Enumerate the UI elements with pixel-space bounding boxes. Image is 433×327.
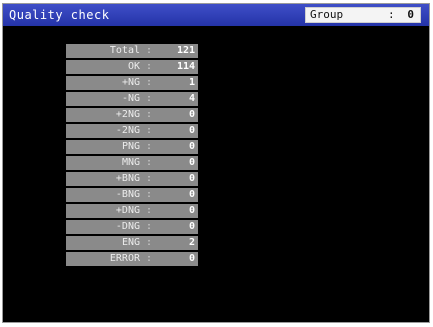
row-separator: : <box>146 221 153 232</box>
quality-check-screen: Quality check Group : 0 Total : 121 OK :… <box>2 3 430 323</box>
row-separator: : <box>146 173 153 184</box>
row-value: 0 <box>188 157 195 168</box>
row-label: PNG <box>121 141 140 152</box>
row-separator: : <box>146 141 153 152</box>
group-field[interactable]: Group : 0 <box>305 7 421 23</box>
row-png: PNG : 0 <box>66 140 198 154</box>
quality-count-table: Total : 121 OK : 114 +NG : 1 -NG : 4 +2N… <box>66 44 198 268</box>
row-plus-ng: +NG : 1 <box>66 76 198 90</box>
row-separator: : <box>146 61 153 72</box>
row-separator: : <box>146 109 153 120</box>
row-separator: : <box>146 253 153 264</box>
row-label: ENG <box>121 237 140 248</box>
row-separator: : <box>146 125 153 136</box>
row-value: 121 <box>176 45 195 56</box>
row-label: +NG <box>121 77 140 88</box>
row-value: 4 <box>188 93 195 104</box>
row-value: 0 <box>188 173 195 184</box>
row-separator: : <box>146 189 153 200</box>
row-eng: ENG : 2 <box>66 236 198 250</box>
row-separator: : <box>146 157 153 168</box>
row-total: Total : 121 <box>66 44 198 58</box>
row-ok: OK : 114 <box>66 60 198 74</box>
row-value: 0 <box>188 109 195 120</box>
group-value: 0 <box>407 8 414 21</box>
row-separator: : <box>146 45 153 56</box>
row-value: 0 <box>188 221 195 232</box>
row-label: -BNG <box>115 189 140 200</box>
row-label: +2NG <box>115 109 140 120</box>
row-label: -NG <box>121 93 140 104</box>
group-separator: : <box>388 8 395 21</box>
row-label: MNG <box>121 157 140 168</box>
row-separator: : <box>146 93 153 104</box>
row-error: ERROR : 0 <box>66 252 198 266</box>
row-separator: : <box>146 77 153 88</box>
row-value: 1 <box>188 77 195 88</box>
row-minus-bng: -BNG : 0 <box>66 188 198 202</box>
row-label: Total <box>109 45 140 56</box>
row-separator: : <box>146 237 153 248</box>
title-bar: Quality check Group : 0 <box>3 4 429 26</box>
row-label: +BNG <box>115 173 140 184</box>
row-value: 0 <box>188 141 195 152</box>
row-value: 0 <box>188 125 195 136</box>
row-minus-dng: -DNG : 0 <box>66 220 198 234</box>
row-mng: MNG : 0 <box>66 156 198 170</box>
row-value: 0 <box>188 253 195 264</box>
row-value: 0 <box>188 205 195 216</box>
row-label: +DNG <box>115 205 140 216</box>
row-plus-2ng: +2NG : 0 <box>66 108 198 122</box>
row-plus-bng: +BNG : 0 <box>66 172 198 186</box>
row-minus-ng: -NG : 4 <box>66 92 198 106</box>
group-label: Group <box>310 8 344 21</box>
row-value: 114 <box>176 61 195 72</box>
row-label: -DNG <box>115 221 140 232</box>
row-separator: : <box>146 205 153 216</box>
row-plus-dng: +DNG : 0 <box>66 204 198 218</box>
screen-title: Quality check <box>9 8 110 22</box>
row-label: ERROR <box>109 253 140 264</box>
row-minus-2ng: -2NG : 0 <box>66 124 198 138</box>
row-label: -2NG <box>115 125 140 136</box>
row-value: 2 <box>188 237 195 248</box>
row-value: 0 <box>188 189 195 200</box>
row-label: OK <box>127 61 140 72</box>
